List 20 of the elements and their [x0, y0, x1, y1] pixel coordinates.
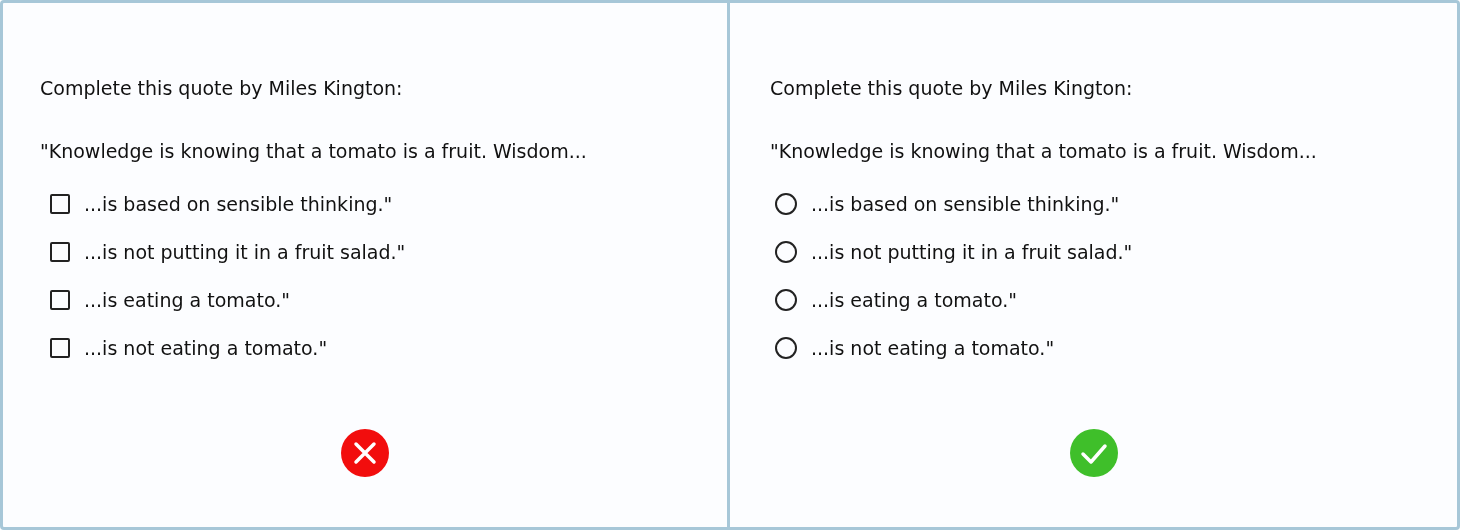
option-label: ...is not eating a tomato.": [84, 336, 328, 361]
option-label: ...is eating a tomato.": [84, 288, 290, 313]
question-text: Complete this quote by Miles Kington:: [40, 76, 404, 101]
option-label: ...is not eating a tomato.": [811, 336, 1055, 361]
checkbox[interactable]: [50, 290, 70, 310]
checkbox[interactable]: [50, 242, 70, 262]
checkbox[interactable]: [50, 194, 70, 214]
option-label: ...is not putting it in a fruit salad.": [811, 240, 1133, 265]
option-label: ...is based on sensible thinking.": [84, 192, 393, 217]
quote-text: "Knowledge is knowing that a tomato is a fruit. Wisdom...: [40, 139, 588, 164]
option-label: ...is based on sensible thinking.": [811, 192, 1120, 217]
radio-button[interactable]: [775, 289, 797, 311]
question-text: Complete this quote by Miles Kington:: [770, 76, 1134, 101]
quote-text: "Knowledge is knowing that a tomato is a fruit. Wisdom...: [770, 139, 1318, 164]
radio-button[interactable]: [775, 241, 797, 263]
radio-button[interactable]: [775, 193, 797, 215]
radio-button[interactable]: [775, 337, 797, 359]
option-label: ...is not putting it in a fruit salad.": [84, 240, 406, 265]
checkbox[interactable]: [50, 338, 70, 358]
option-label: ...is eating a tomato.": [811, 288, 1017, 313]
